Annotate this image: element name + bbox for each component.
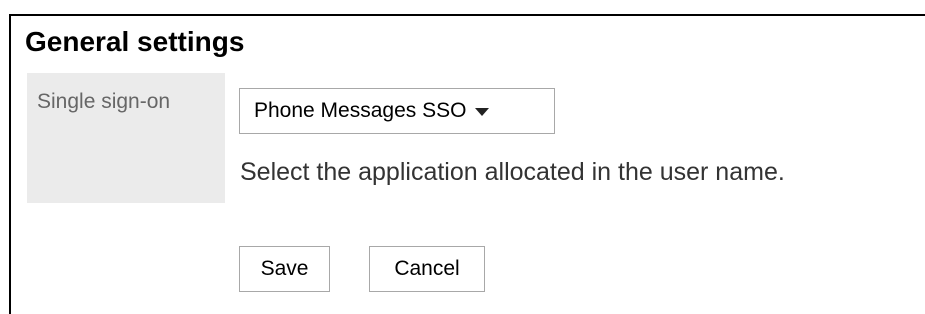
save-button-label: Save	[260, 257, 309, 280]
cancel-button-label: Cancel	[394, 257, 460, 280]
page-title: General settings	[25, 26, 245, 57]
save-button[interactable]: Save	[239, 246, 330, 292]
sso-hint-text: Select the application allocated in the …	[240, 158, 785, 186]
sso-select-value: Phone Messages SSO	[254, 99, 467, 122]
cancel-button[interactable]: Cancel	[369, 246, 485, 292]
sso-label: Single sign-on	[37, 90, 171, 113]
chevron-down-icon	[475, 108, 490, 116]
sso-select[interactable]: Phone Messages SSO	[239, 88, 555, 134]
